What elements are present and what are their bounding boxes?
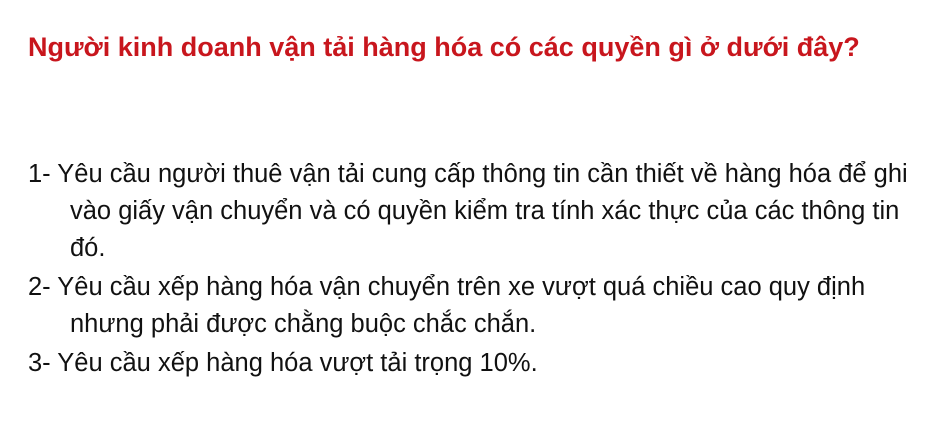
answer-list: 1- Yêu cầu người thuê vận tải cung cấp t…: [28, 156, 918, 384]
answer-option-1[interactable]: 1- Yêu cầu người thuê vận tải cung cấp t…: [28, 156, 918, 267]
quiz-slide: Người kinh doanh vận tải hàng hóa có các…: [0, 0, 936, 433]
answer-option-2[interactable]: 2- Yêu cầu xếp hàng hóa vận chuyển trên …: [28, 269, 918, 343]
question-text: Người kinh doanh vận tải hàng hóa có các…: [28, 32, 860, 62]
answer-option-3[interactable]: 3- Yêu cầu xếp hàng hóa vượt tải trọng 1…: [28, 345, 918, 382]
